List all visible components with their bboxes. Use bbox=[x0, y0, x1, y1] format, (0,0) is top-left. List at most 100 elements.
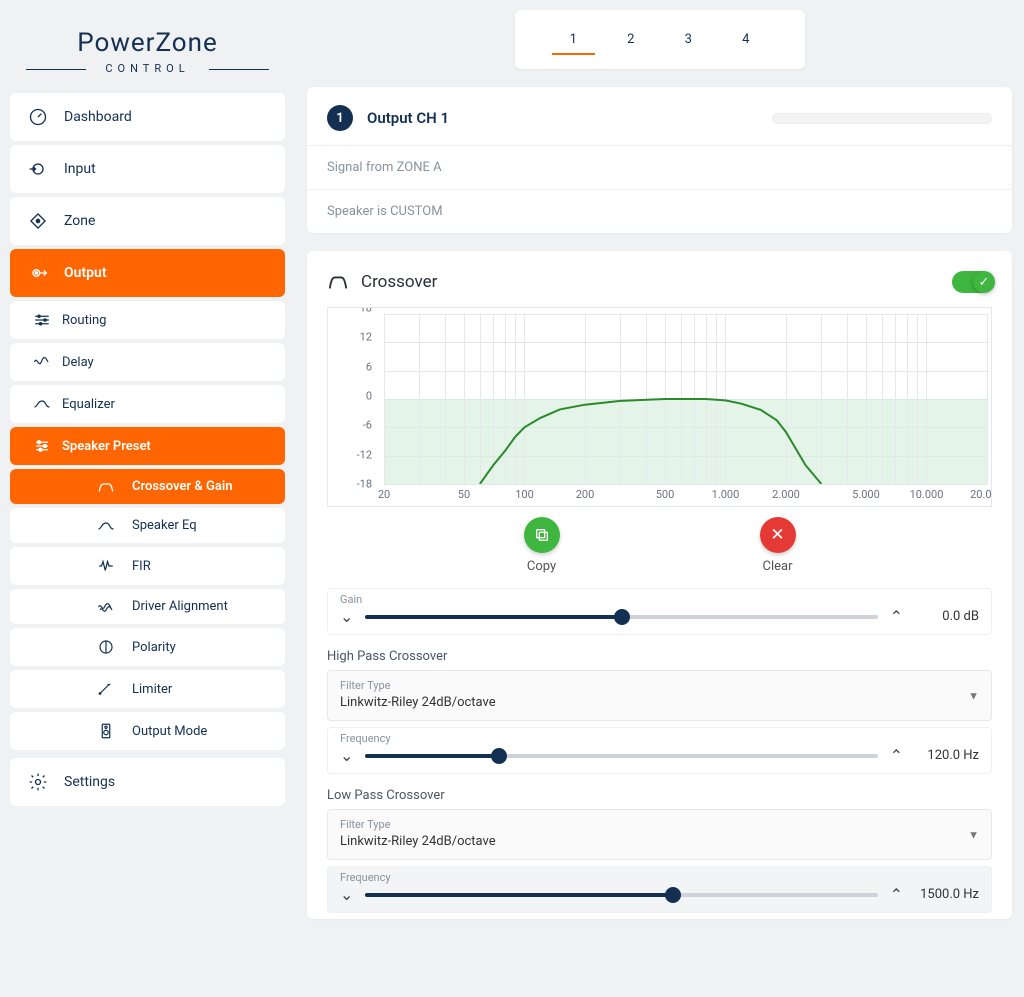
gear-icon bbox=[26, 772, 50, 792]
eq-icon bbox=[32, 395, 52, 413]
nav-dashboard[interactable]: Dashboard bbox=[10, 93, 285, 141]
lp-value: 1500.0 Hz bbox=[915, 887, 979, 902]
nav-crossover-gain[interactable]: Crossover & Gain bbox=[10, 469, 285, 504]
delay-icon bbox=[32, 353, 52, 371]
nav-label: Dashboard bbox=[64, 109, 132, 125]
nav-routing[interactable]: Routing bbox=[10, 301, 285, 339]
freq-label: Frequency bbox=[340, 871, 391, 884]
nav-label: Settings bbox=[64, 774, 115, 790]
section-title: Crossover bbox=[361, 272, 437, 292]
bandpass-icon bbox=[94, 480, 118, 494]
nav-input[interactable]: Input bbox=[10, 145, 285, 193]
gain-decrease[interactable]: ⌄ bbox=[340, 607, 353, 626]
logo-text: PowerZone bbox=[10, 28, 285, 58]
highpass-filter-select[interactable]: Filter Type Linkwitz-Riley 24dB/octave ▼ bbox=[327, 670, 992, 721]
nav-limiter[interactable]: Limiter bbox=[10, 670, 285, 708]
nav-label: Speaker Preset bbox=[62, 439, 151, 454]
sliders-icon bbox=[32, 437, 52, 455]
nav-label: Zone bbox=[64, 213, 95, 229]
logo: PowerZone CONTROL bbox=[10, 10, 285, 93]
filter-type-label: Filter Type bbox=[340, 818, 979, 831]
speaker-icon bbox=[94, 722, 118, 740]
close-icon: ✕ bbox=[760, 517, 796, 553]
chevron-down-icon: ▼ bbox=[968, 689, 979, 702]
nav-output[interactable]: Output bbox=[10, 249, 285, 297]
channel-badge: 1 bbox=[327, 105, 353, 131]
zone-icon bbox=[26, 211, 50, 231]
fir-icon bbox=[94, 557, 118, 575]
nav-label: Speaker Eq bbox=[132, 518, 197, 533]
clear-label: Clear bbox=[760, 559, 796, 574]
nav-speaker-eq[interactable]: Speaker Eq bbox=[10, 508, 285, 543]
gain-increase[interactable]: ⌃ bbox=[890, 607, 903, 626]
highpass-label: High Pass Crossover bbox=[327, 649, 992, 664]
routing-icon bbox=[32, 311, 52, 329]
tab-4[interactable]: 4 bbox=[724, 26, 767, 55]
lowpass-filter-select[interactable]: Filter Type Linkwitz-Riley 24dB/octave ▼ bbox=[327, 809, 992, 860]
nav-label: Equalizer bbox=[62, 397, 115, 412]
crossover-chart[interactable]: 181260-6-12-18 20501002005001.0002.0005.… bbox=[327, 307, 992, 507]
channel-title: Output CH 1 bbox=[367, 109, 449, 127]
nav-polarity[interactable]: Polarity bbox=[10, 628, 285, 666]
nav-fir[interactable]: FIR bbox=[10, 547, 285, 585]
sidebar: PowerZone CONTROL Dashboard Input Zone O… bbox=[0, 0, 295, 997]
input-icon bbox=[26, 159, 50, 179]
gain-slider: Gain ⌄ ⌃ 0.0 dB bbox=[327, 588, 992, 635]
tab-2[interactable]: 2 bbox=[609, 26, 652, 55]
x-axis-labels: 20501002005001.0002.0005.00010.00020.000 bbox=[384, 488, 987, 504]
tab-3[interactable]: 3 bbox=[667, 26, 710, 55]
nav-driver-alignment[interactable]: Driver Alignment bbox=[10, 589, 285, 624]
filter-type-value: Linkwitz-Riley 24dB/octave bbox=[340, 695, 979, 710]
nav-equalizer[interactable]: Equalizer bbox=[10, 385, 285, 423]
eq-icon bbox=[94, 519, 118, 533]
logo-sub: CONTROL bbox=[10, 62, 285, 75]
nav-label: Input bbox=[64, 161, 96, 177]
nav-label: FIR bbox=[132, 559, 151, 574]
nav-label: Output Mode bbox=[132, 724, 207, 739]
bandpass-icon bbox=[327, 271, 349, 293]
wave-icon bbox=[94, 600, 118, 614]
speaker-type: Speaker is CUSTOM bbox=[307, 189, 1012, 233]
hp-track[interactable] bbox=[365, 754, 877, 758]
nav-label: Routing bbox=[62, 313, 106, 328]
nav-settings[interactable]: Settings bbox=[10, 758, 285, 806]
nav-zone[interactable]: Zone bbox=[10, 197, 285, 245]
nav-label: Polarity bbox=[132, 640, 176, 655]
hp-value: 120.0 Hz bbox=[915, 748, 979, 763]
crossover-panel: Crossover 181260-6-12-18 20501002005001.… bbox=[307, 251, 1012, 919]
nav-delay[interactable]: Delay bbox=[10, 343, 285, 381]
filter-type-value: Linkwitz-Riley 24dB/octave bbox=[340, 834, 979, 849]
crossover-toggle[interactable] bbox=[952, 271, 992, 293]
filter-type-label: Filter Type bbox=[340, 679, 979, 692]
polarity-icon bbox=[94, 638, 118, 656]
gain-value: 0.0 dB bbox=[915, 609, 979, 624]
tab-1[interactable]: 1 bbox=[552, 26, 595, 55]
nav-label: Output bbox=[64, 265, 107, 281]
copy-label: Copy bbox=[524, 559, 560, 574]
output-icon bbox=[26, 263, 50, 283]
main: 1 2 3 4 1 Output CH 1 Signal from ZONE A… bbox=[295, 0, 1024, 997]
nav-label: Crossover & Gain bbox=[132, 479, 232, 494]
gain-track[interactable] bbox=[365, 615, 877, 619]
lp-increase[interactable]: ⌃ bbox=[890, 885, 903, 904]
lowpass-freq-slider: Frequency ⌄ ⌃ 1500.0 Hz bbox=[327, 866, 992, 913]
gain-label: Gain bbox=[340, 593, 362, 606]
chevron-down-icon: ▼ bbox=[968, 828, 979, 841]
nav-label: Delay bbox=[62, 355, 94, 370]
copy-button[interactable]: Copy bbox=[524, 517, 560, 574]
lp-track[interactable] bbox=[365, 893, 877, 897]
hp-increase[interactable]: ⌃ bbox=[890, 746, 903, 765]
lowpass-label: Low Pass Crossover bbox=[327, 788, 992, 803]
nav-label: Limiter bbox=[132, 682, 172, 697]
signal-source: Signal from ZONE A bbox=[307, 145, 1012, 189]
lp-decrease[interactable]: ⌄ bbox=[340, 885, 353, 904]
nav-label: Driver Alignment bbox=[132, 599, 228, 614]
nav-output-mode[interactable]: Output Mode bbox=[10, 712, 285, 750]
highpass-freq-slider: Frequency ⌄ ⌃ 120.0 Hz bbox=[327, 727, 992, 774]
hp-decrease[interactable]: ⌄ bbox=[340, 746, 353, 765]
copy-icon bbox=[524, 517, 560, 553]
level-meter bbox=[772, 113, 992, 124]
nav-speaker-preset[interactable]: Speaker Preset bbox=[10, 427, 285, 465]
channel-tabs: 1 2 3 4 bbox=[515, 10, 805, 69]
clear-button[interactable]: ✕ Clear bbox=[760, 517, 796, 574]
